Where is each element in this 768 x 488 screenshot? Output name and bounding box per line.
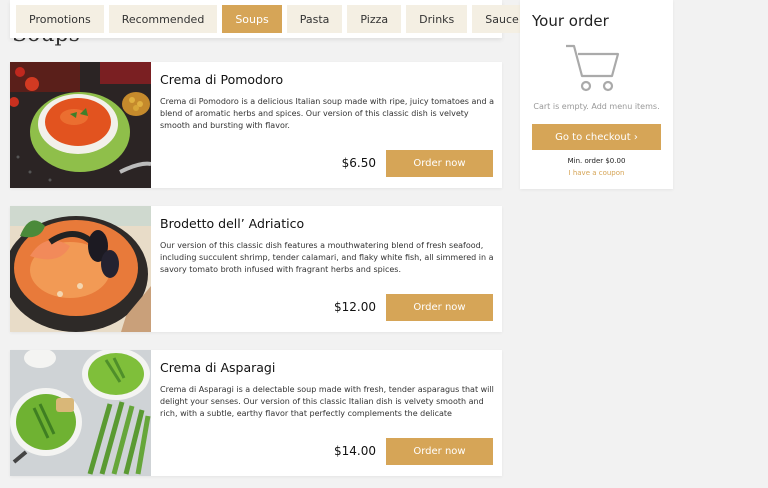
order-panel: Your order Cart is empty. Add menu items… <box>520 0 673 189</box>
seafood-soup-image[interactable] <box>10 206 151 332</box>
menu-item-card: Brodetto dell’ Adriatico Our version of … <box>10 206 502 332</box>
item-description: Crema di Pomodoro is a delicious Italian… <box>160 97 495 130</box>
tomato-soup-image[interactable] <box>10 62 151 188</box>
tab-recommended[interactable]: Recommended <box>108 5 218 33</box>
cart-icon <box>564 40 624 98</box>
item-name: Crema di Pomodoro <box>160 72 284 87</box>
tab-soups[interactable]: Soups <box>222 5 282 33</box>
menu-item-card: Crema di Asparagi Crema di Asparagi is a… <box>10 350 502 476</box>
coupon-link[interactable]: I have a coupon <box>520 169 673 177</box>
menu-item-card: Crema di Pomodoro Crema di Pomodoro is a… <box>10 62 502 188</box>
item-price: $6.50 <box>341 156 376 170</box>
tab-pasta[interactable]: Pasta <box>286 5 343 33</box>
order-title: Your order <box>532 12 609 30</box>
category-bar: Promotions Recommended Soups Pasta Pizza… <box>10 0 532 38</box>
tab-drinks[interactable]: Drinks <box>406 5 468 33</box>
item-description: Crema di Asparagi is a delectable soup m… <box>160 385 494 418</box>
item-price: $14.00 <box>334 444 376 458</box>
tab-promotions[interactable]: Promotions <box>16 5 104 33</box>
asparagus-soup-image[interactable] <box>10 350 151 476</box>
item-name: Crema di Asparagi <box>160 360 276 375</box>
tab-pizza[interactable]: Pizza <box>347 5 402 33</box>
order-now-button[interactable]: Order now <box>386 438 493 465</box>
checkout-button[interactable]: Go to checkout › <box>532 124 661 150</box>
order-now-button[interactable]: Order now <box>386 294 493 321</box>
item-name: Brodetto dell’ Adriatico <box>160 216 305 231</box>
min-order-text: Min. order $0.00 <box>567 157 626 165</box>
cart-empty-message: Cart is empty. Add menu items. <box>533 102 660 111</box>
item-description: Our version of this classic dish feature… <box>160 241 494 274</box>
order-now-button[interactable]: Order now <box>386 150 493 177</box>
item-price: $12.00 <box>334 300 376 314</box>
